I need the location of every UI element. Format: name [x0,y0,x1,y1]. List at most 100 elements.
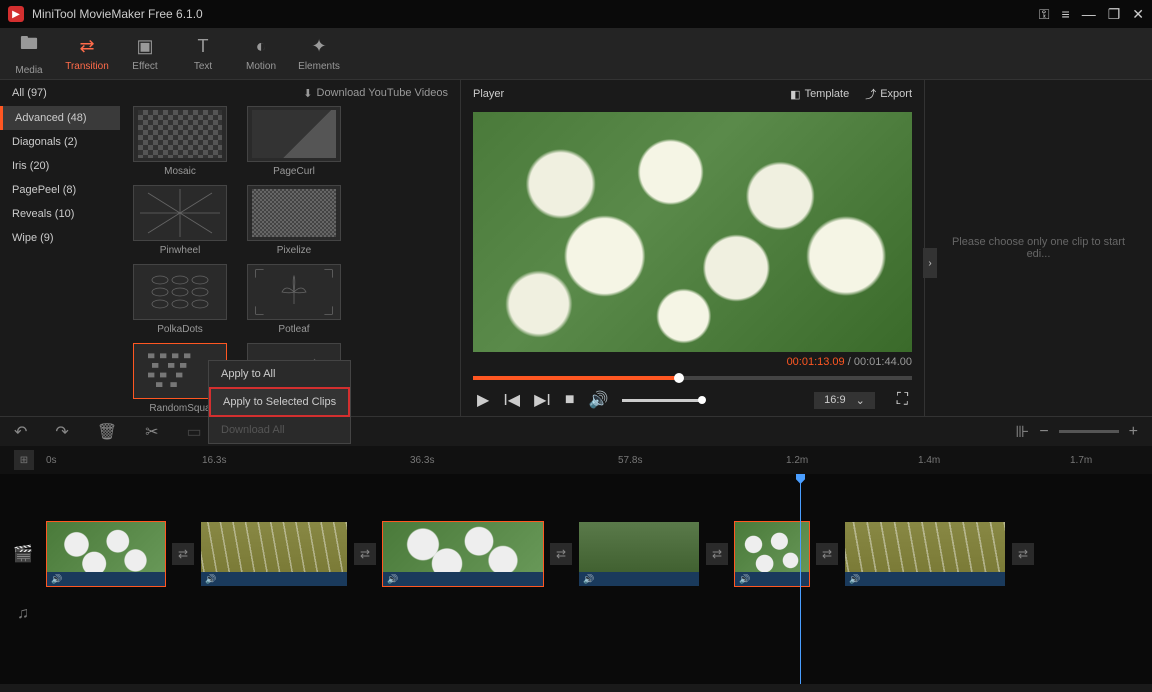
tab-elements[interactable]: ✦ Elements [290,28,348,79]
tab-label: Elements [298,61,340,72]
timeline-clip[interactable]: 🔊 [844,521,1006,587]
side-message: Please choose only one clip to start edi… [925,236,1152,260]
aspect-select[interactable]: 16:9 ⌄ [814,392,875,409]
speaker-icon: 🔊 [205,574,216,585]
key-icon[interactable]: ⚿ [1039,6,1050,23]
clip-audio-bar: 🔊 [735,572,809,586]
player-controls: ▶ I◀ ▶I ■ 🔊 16:9 ⌄ ⛶ [469,384,916,416]
tab-text[interactable]: T Text [174,28,232,79]
timeline-clip[interactable]: 🔊 [46,521,166,587]
text-icon: T [198,36,209,57]
progress-bar[interactable] [473,376,912,380]
tab-motion[interactable]: ◐ Motion [232,28,290,79]
timeline-clip[interactable]: 🔊 [734,521,810,587]
minimize-button[interactable]: — [1082,6,1096,22]
export-icon: ⤴ [865,86,876,102]
category-advanced[interactable]: Advanced (48) [0,106,120,130]
ctx-apply-all[interactable]: Apply to All [209,361,350,387]
close-button[interactable]: ✕ [1132,6,1144,23]
timeline-clip[interactable]: 🔊 [200,521,348,587]
transition-pagecurl[interactable]: PageCurl [244,106,344,177]
template-button[interactable]: ◧ Template [790,86,849,102]
context-menu: Apply to All Apply to Selected Clips Dow… [208,360,351,444]
category-wipe[interactable]: Wipe (9) [0,226,120,250]
app-title: MiniTool MovieMaker Free 6.1.0 [32,7,1039,21]
speaker-icon: 🔊 [387,574,398,585]
hamburger-icon[interactable]: ≡ [1062,6,1070,22]
tab-effect[interactable]: ▣ Effect [116,28,174,79]
download-label: Download YouTube Videos [317,87,449,99]
player-title: Player [473,88,504,100]
add-track-button[interactable]: ⊞ [14,450,34,470]
crop-button[interactable]: ▭ [187,422,202,442]
transition-slot[interactable]: ⇄ [1012,543,1034,565]
tab-label: Transition [65,61,109,72]
window-controls: ⚿ ≡ — ❐ ✕ [1039,6,1144,23]
transition-label: Pinwheel [160,245,201,256]
player-actions: ◧ Template ⤴ Export [790,86,912,102]
export-button[interactable]: ⤴ Export [865,86,912,102]
maximize-button[interactable]: ❐ [1108,6,1121,23]
category-reveals[interactable]: Reveals (10) [0,202,120,226]
timeline-clip[interactable]: 🔊 [382,521,544,587]
tab-label: Motion [246,61,276,72]
transition-label: RandomSqua [149,403,210,414]
fit-button[interactable]: ⊪ [1015,422,1029,442]
transition-slot[interactable]: ⇄ [706,543,728,565]
zoom-out-button[interactable]: − [1039,423,1048,441]
category-pagepeel[interactable]: PagePeel (8) [0,178,120,202]
transition-slot[interactable]: ⇄ [816,543,838,565]
video-track-icon: 🎬 [0,544,46,564]
progress-handle[interactable] [674,373,684,383]
stop-button[interactable]: ■ [565,391,575,409]
transition-slot[interactable]: ⇄ [172,543,194,565]
tab-label: Media [15,65,42,76]
transition-polkadots[interactable]: PolkaDots [130,264,230,335]
track-spacer [0,474,1152,514]
preview-area[interactable] [473,112,912,352]
next-button[interactable]: ▶I [534,390,551,410]
timeline-ruler[interactable]: ⊞ 0s 16.3s 36.3s 57.8s 1.2m 1.4m 1.7m [0,446,1152,474]
transition-slot[interactable]: ⇄ [550,543,572,565]
clip-audio-bar: 🔊 [383,572,543,586]
transition-pinwheel[interactable]: Pinwheel [130,185,230,256]
zoom-slider[interactable] [1059,430,1119,433]
total-time: 00:01:44.00 [854,356,912,368]
delete-button[interactable]: 🗑 [97,422,117,442]
clip-audio-bar: 🔊 [201,572,347,586]
category-diagonals[interactable]: Diagonals (2) [0,130,120,154]
side-toggle[interactable]: › [923,248,937,278]
clip-audio-bar: 🔊 [47,572,165,586]
transition-label: PolkaDots [157,324,203,335]
download-youtube-link[interactable]: ⬇ Download YouTube Videos [303,87,448,100]
undo-button[interactable]: ↶ [14,422,27,442]
redo-button[interactable]: ↷ [55,422,68,442]
transition-label: PageCurl [273,166,315,177]
fullscreen-button[interactable]: ⛶ [897,391,908,409]
prev-button[interactable]: I◀ [503,390,520,410]
timeline-clip[interactable]: 🔊 [578,521,700,587]
side-panel: › Please choose only one clip to start e… [924,80,1152,416]
transition-pixelize[interactable]: Pixelize [244,185,344,256]
player-header: Player ◧ Template ⤴ Export [469,80,916,108]
transition-slot[interactable]: ⇄ [354,543,376,565]
zoom-in-button[interactable]: + [1129,423,1138,441]
all-count[interactable]: All (97) [12,87,47,99]
aspect-value: 16:9 [824,394,845,406]
cut-button[interactable]: ✂ [145,422,158,442]
transition-potleaf[interactable]: Potleaf [244,264,344,335]
play-button[interactable]: ▶ [477,390,489,410]
clip-audio-bar: 🔊 [579,572,699,586]
volume-slider[interactable] [622,399,702,402]
speaker-icon: 🔊 [739,574,750,585]
tab-transition[interactable]: ⇄ Transition [58,28,116,79]
transition-mosaic[interactable]: Mosaic [130,106,230,177]
left-header: All (97) ⬇ Download YouTube Videos [0,80,460,106]
sparkle-icon: ✦ [311,36,326,57]
ctx-apply-selected[interactable]: Apply to Selected Clips [209,387,350,417]
clips-area[interactable]: 🔊 ⇄ 🔊 ⇄ 🔊 ⇄ 🔊 ⇄ 🔊 ⇄ 🔊 ⇄ [46,514,1152,594]
current-time: 00:01:13.09 [787,356,845,368]
category-iris[interactable]: Iris (20) [0,154,120,178]
tab-media[interactable]: 🖿 Media [0,28,58,79]
volume-icon[interactable]: 🔊 [588,390,608,410]
